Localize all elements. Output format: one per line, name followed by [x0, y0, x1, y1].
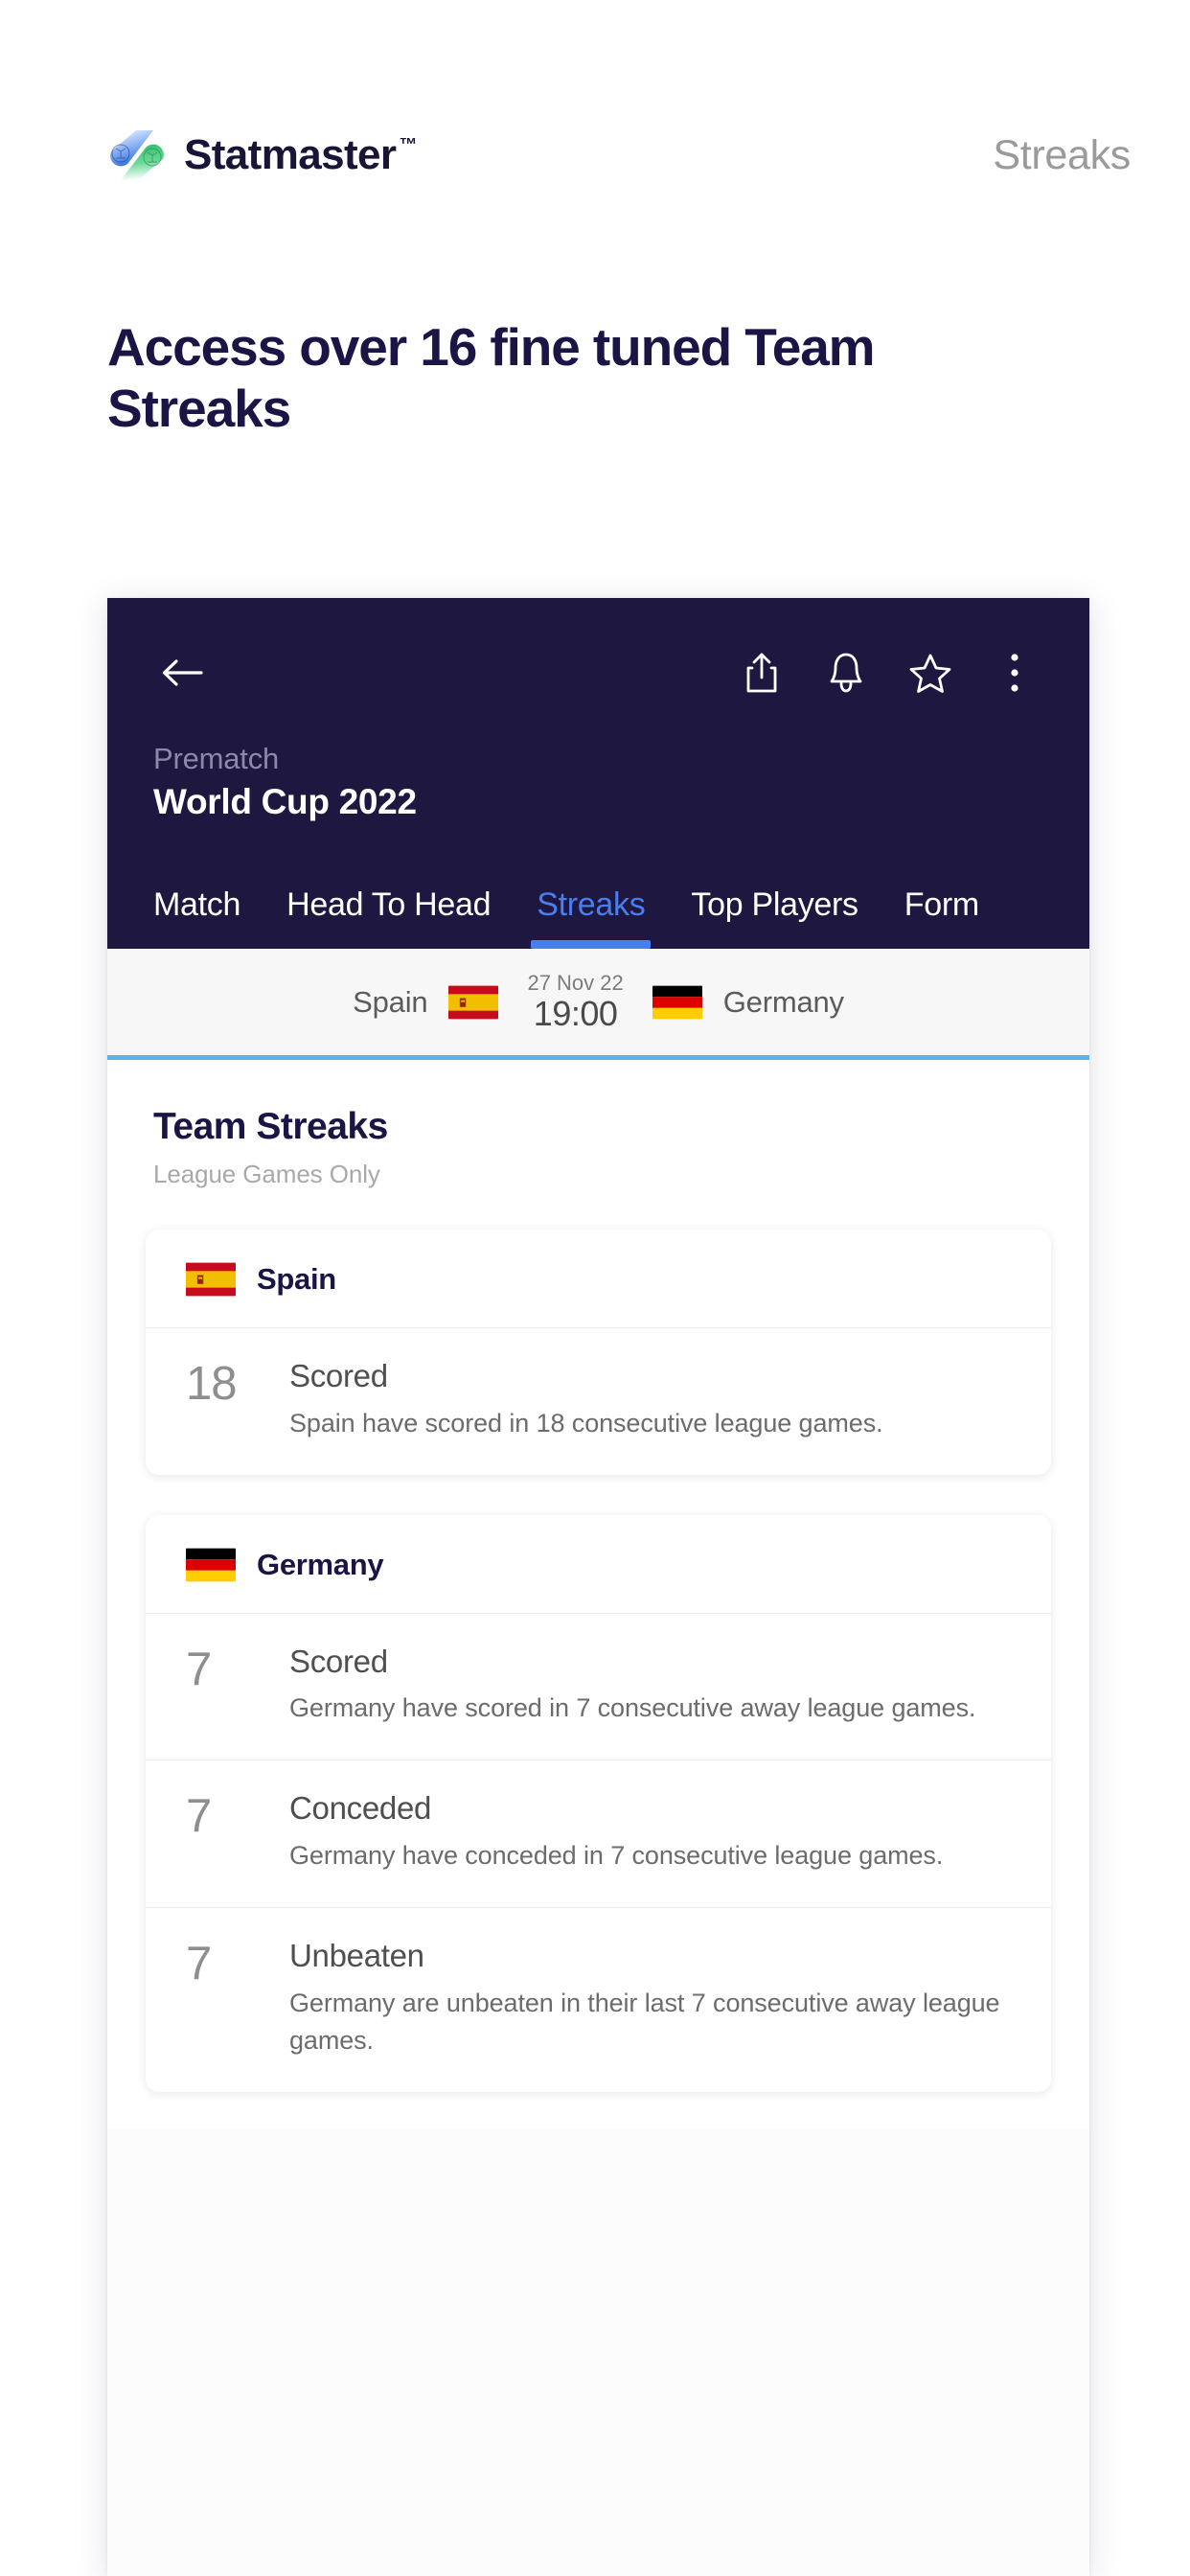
team-streak-card: Germany 7 Scored Germany have scored in … [146, 1514, 1051, 2093]
trademark-symbol: ™ [399, 135, 417, 155]
streaks-title: Team Streaks [153, 1106, 388, 1147]
streak-text: Unbeaten Germany are unbeaten in their l… [289, 1937, 1011, 2059]
tab-head-to-head[interactable]: Head To Head [286, 886, 491, 949]
streak-description: Germany have scored in 7 consecutive awa… [289, 1693, 976, 1723]
streaks-panel: Team Streaks League Games Only Spain 18 … [107, 1060, 1089, 2131]
share-icon [746, 653, 777, 693]
hero-section: Access over 16 fine tuned Team Streaks [107, 316, 970, 440]
brand-name: Statmaster ™ [184, 134, 417, 176]
phone-mockup: Prematch World Cup 2022 Match Head To He… [107, 598, 1089, 2576]
brand-name-text: Statmaster [184, 131, 397, 178]
tab-top-players[interactable]: Top Players [691, 886, 858, 949]
tab-streaks[interactable]: Streaks [531, 886, 652, 949]
streak-description: Spain have scored in 18 consecutive leag… [289, 1408, 883, 1438]
streak-label: Scored [289, 1643, 388, 1679]
spain-flag-icon [448, 985, 499, 1019]
streak-label: Unbeaten [289, 1938, 424, 1974]
streak-description: Germany are unbeaten in their last 7 con… [289, 1988, 1000, 2055]
statmaster-logo-icon [110, 130, 164, 180]
star-icon [909, 654, 951, 693]
match-date: 27 Nov 22 [527, 970, 624, 995]
competition-name: World Cup 2022 [153, 782, 417, 821]
app-topbar-actions [733, 644, 1043, 702]
tab-bar: Match Head To Head Streaks Top Players F… [153, 866, 1043, 949]
back-button[interactable] [153, 644, 211, 702]
share-button[interactable] [733, 644, 790, 702]
page-header: Statmaster ™ Streaks [107, 126, 1131, 184]
card-team-header: Germany [146, 1515, 1051, 1613]
spain-flag-icon [186, 1262, 236, 1297]
card-team-name: Spain [257, 1262, 336, 1296]
match-kickoff: 27 Nov 22 19:00 [527, 970, 624, 1033]
tab-form[interactable]: Form [904, 886, 979, 949]
streak-text: Scored Germany have scored in 7 consecut… [289, 1643, 1011, 1728]
streaks-subtitle: League Games Only [153, 1160, 380, 1188]
streak-value: 7 [186, 1938, 212, 1990]
streak-row[interactable]: 7 Scored Germany have scored in 7 consec… [146, 1612, 1051, 1760]
brand-logo: Statmaster ™ [107, 128, 417, 182]
more-vertical-icon [1011, 654, 1018, 692]
card-team-header: Spain [146, 1230, 1051, 1327]
streak-label: Conceded [289, 1790, 432, 1827]
notifications-button[interactable] [817, 644, 875, 702]
streak-value: 7 [186, 1790, 212, 1843]
streak-value: 7 [186, 1643, 212, 1695]
app-header: Prematch World Cup 2022 Match Head To He… [107, 598, 1089, 949]
bell-icon [830, 653, 862, 693]
streak-value: 18 [186, 1358, 238, 1410]
page-title: Access over 16 fine tuned Team Streaks [107, 317, 876, 439]
streaks-section-header: Team Streaks League Games Only [107, 1060, 1089, 1189]
team-streak-card: Spain 18 Scored Spain have scored in 18 … [146, 1230, 1051, 1475]
away-team-name: Germany [722, 984, 844, 1019]
match-status: Prematch [153, 742, 280, 775]
back-arrow-icon [162, 659, 203, 686]
card-team-name: Germany [257, 1547, 384, 1581]
favourite-button[interactable] [902, 644, 959, 702]
app-topbar [153, 640, 1043, 705]
streak-text: Conceded Germany have conceded in 7 cons… [289, 1789, 1011, 1874]
streak-text: Scored Spain have scored in 18 consecuti… [289, 1357, 1011, 1442]
more-options-button[interactable] [986, 644, 1043, 702]
germany-flag-icon [652, 985, 702, 1019]
page-header-section-label: Streaks [993, 131, 1131, 178]
streak-description: Germany have conceded in 7 consecutive l… [289, 1841, 944, 1871]
tab-match[interactable]: Match [153, 886, 240, 949]
streak-label: Scored [289, 1358, 388, 1393]
streak-row[interactable]: 18 Scored Spain have scored in 18 consec… [146, 1327, 1051, 1475]
streak-row[interactable]: 7 Unbeaten Germany are unbeaten in their… [146, 1907, 1051, 2092]
germany-flag-icon [186, 1548, 236, 1582]
home-team-name: Spain [353, 984, 428, 1019]
match-summary-bar[interactable]: Spain 27 Nov 22 19:00 Germany [107, 949, 1089, 1060]
streak-row[interactable]: 7 Conceded Germany have conceded in 7 co… [146, 1760, 1051, 1907]
match-time: 19:00 [533, 993, 618, 1033]
